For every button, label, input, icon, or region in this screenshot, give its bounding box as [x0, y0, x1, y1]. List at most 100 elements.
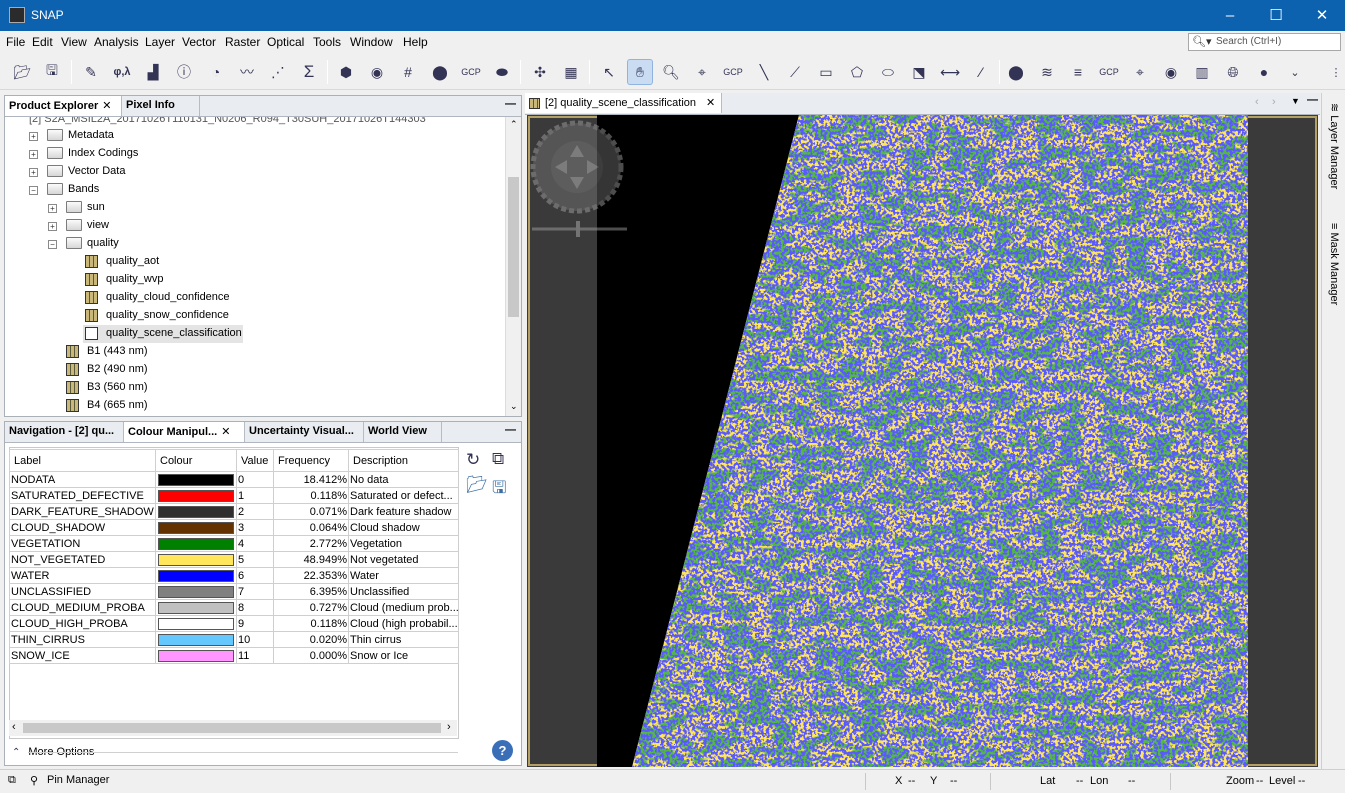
- mask-area-icon[interactable]: ⬢: [333, 59, 359, 85]
- col-frequency[interactable]: Frequency: [273, 449, 349, 472]
- sync-cursor-icon[interactable]: ✣: [527, 59, 553, 85]
- row-value[interactable]: 7: [236, 583, 274, 600]
- tab-layer-manager[interactable]: ≋ Layer Manager: [1328, 103, 1341, 189]
- row-label[interactable]: NODATA: [9, 471, 156, 488]
- row-colour[interactable]: [155, 615, 237, 632]
- profile-plot-icon[interactable]: 〰: [234, 59, 260, 85]
- colour-swatch[interactable]: [158, 521, 234, 534]
- gcp-placing-icon[interactable]: GCP: [720, 59, 746, 85]
- close-icon[interactable]: ✕: [706, 97, 715, 109]
- scrollbar-thumb[interactable]: [508, 177, 519, 317]
- menu-optical[interactable]: Optical: [267, 35, 304, 49]
- row-description[interactable]: Cloud (medium prob...: [348, 599, 459, 616]
- col-colour[interactable]: Colour: [155, 449, 237, 472]
- row-colour[interactable]: [155, 631, 237, 648]
- pin-tool-icon[interactable]: ⬤: [427, 59, 453, 85]
- col-value[interactable]: Value: [236, 449, 274, 472]
- colour-swatch[interactable]: [158, 617, 234, 630]
- layer-manager-icon[interactable]: ≋: [1034, 59, 1060, 85]
- row-description[interactable]: Snow or Ice: [348, 647, 459, 664]
- toolbar-options-icon[interactable]: ⋮: [1323, 59, 1345, 85]
- search-input[interactable]: 🔍︎▾ Search (Ctrl+I): [1188, 33, 1341, 51]
- tab-image-view[interactable]: [2] quality_scene_classification ✕: [525, 93, 722, 113]
- chevron-left-icon[interactable]: ‹: [12, 721, 16, 733]
- colour-swatch[interactable]: [158, 537, 234, 550]
- chevron-down-icon[interactable]: ⌄: [510, 401, 518, 412]
- row-label[interactable]: SATURATED_DEFECTIVE: [9, 487, 156, 504]
- table-row[interactable]: THIN_CIRRUS 10 0.020% Thin cirrus: [9, 631, 459, 648]
- table-row[interactable]: DARK_FEATURE_SHADOW 2 0.071% Dark feature s…: [9, 503, 459, 520]
- table-h-scrollbar[interactable]: ‹ ›: [9, 720, 457, 736]
- row-description[interactable]: Unclassified: [348, 583, 459, 600]
- row-label[interactable]: UNCLASSIFIED: [9, 583, 156, 600]
- tab-navigation[interactable]: Navigation - [2] qu...: [5, 422, 124, 442]
- ellipse-draw-icon[interactable]: ⬭: [875, 59, 901, 85]
- row-description[interactable]: Saturated or defect...: [348, 487, 459, 504]
- tree-item-quality-scene-classification[interactable]: quality_scene_classification: [83, 325, 243, 343]
- pin-manager-icon[interactable]: ⬤: [1003, 59, 1029, 85]
- colour-swatch[interactable]: [158, 473, 234, 486]
- row-description[interactable]: Water: [348, 567, 459, 584]
- colour-swatch[interactable]: [158, 553, 234, 566]
- row-label[interactable]: VEGETATION: [9, 535, 156, 552]
- row-label[interactable]: CLOUD_MEDIUM_PROBA: [9, 599, 156, 616]
- minimize-panel-icon[interactable]: —: [1307, 94, 1318, 106]
- pin-manager-tab[interactable]: Pin Manager: [47, 774, 109, 786]
- overflow-chevron-icon[interactable]: ⌄: [1282, 59, 1308, 85]
- band-maths-icon[interactable]: ✎: [78, 59, 104, 85]
- select-tool-icon[interactable]: ↖: [596, 59, 622, 85]
- tab-colour-manipulation[interactable]: Colour Manipul... ✕: [124, 422, 245, 442]
- mask-tool-icon[interactable]: ◉: [364, 59, 390, 85]
- colour-swatch[interactable]: [158, 569, 234, 582]
- maximize-button[interactable]: ☐: [1253, 0, 1299, 31]
- menu-window[interactable]: Window: [350, 35, 393, 49]
- statistics-icon[interactable]: ◔: [203, 59, 229, 85]
- row-value[interactable]: 5: [236, 551, 274, 568]
- row-description[interactable]: Thin cirrus: [348, 631, 459, 648]
- row-label[interactable]: DARK_FEATURE_SHADOW: [9, 503, 156, 520]
- copy-icon[interactable]: ⧉: [492, 449, 504, 469]
- row-colour[interactable]: [155, 647, 237, 664]
- row-colour[interactable]: [155, 519, 237, 536]
- menu-tools[interactable]: Tools: [313, 35, 341, 49]
- row-value[interactable]: 2: [236, 503, 274, 520]
- colour-swatch[interactable]: [158, 489, 234, 502]
- chevron-right-icon[interactable]: ›: [447, 721, 451, 733]
- table-row[interactable]: CLOUD_MEDIUM_PROBA 8 0.727% Cloud (medium p…: [9, 599, 459, 616]
- row-description[interactable]: Vegetation: [348, 535, 459, 552]
- row-colour[interactable]: [155, 551, 237, 568]
- row-value[interactable]: 4: [236, 535, 274, 552]
- colour-swatch[interactable]: [158, 505, 234, 518]
- information-icon[interactable]: ⓘ: [171, 59, 197, 85]
- close-button[interactable]: ✕: [1299, 0, 1345, 31]
- magic-wand-icon[interactable]: ⁄: [968, 59, 994, 85]
- globe-3d-icon[interactable]: ●: [1251, 59, 1277, 85]
- minimize-panel-icon[interactable]: —: [505, 424, 516, 436]
- close-icon[interactable]: ✕: [221, 426, 230, 438]
- sync-views-icon[interactable]: ▦: [558, 59, 584, 85]
- colour-swatch[interactable]: [158, 649, 234, 662]
- zoom-tool-icon[interactable]: 🔍︎: [658, 59, 684, 85]
- row-description[interactable]: Cloud shadow: [348, 519, 459, 536]
- table-row[interactable]: SNOW_ICE 11 0.000% Snow or Ice: [9, 647, 459, 664]
- restore-window-icon[interactable]: ⧉: [8, 774, 16, 787]
- chevron-up-icon[interactable]: ⌃: [510, 119, 518, 130]
- help-icon[interactable]: ?: [492, 740, 513, 761]
- menu-file[interactable]: File: [6, 35, 25, 49]
- row-colour[interactable]: [155, 535, 237, 552]
- graticule-icon[interactable]: #: [395, 59, 421, 85]
- chevron-right-icon[interactable]: ›: [1272, 96, 1276, 108]
- image-view[interactable]: [527, 115, 1318, 767]
- row-colour[interactable]: [155, 471, 237, 488]
- gcp-manager-icon[interactable]: GCP: [1096, 59, 1122, 85]
- tab-uncertainty[interactable]: Uncertainty Visual...: [245, 422, 364, 442]
- row-description[interactable]: No data: [348, 471, 459, 488]
- menu-view[interactable]: View: [61, 35, 87, 49]
- import-icon[interactable]: 📂︎: [466, 475, 488, 495]
- row-colour[interactable]: [155, 567, 237, 584]
- reset-icon[interactable]: ↻: [466, 450, 480, 470]
- spectrum-icon[interactable]: ▥: [1189, 59, 1215, 85]
- row-description[interactable]: Cloud (high probabil...: [348, 615, 459, 632]
- table-row[interactable]: VEGETATION 4 2.772% Vegetation: [9, 535, 459, 552]
- colour-swatch[interactable]: [158, 585, 234, 598]
